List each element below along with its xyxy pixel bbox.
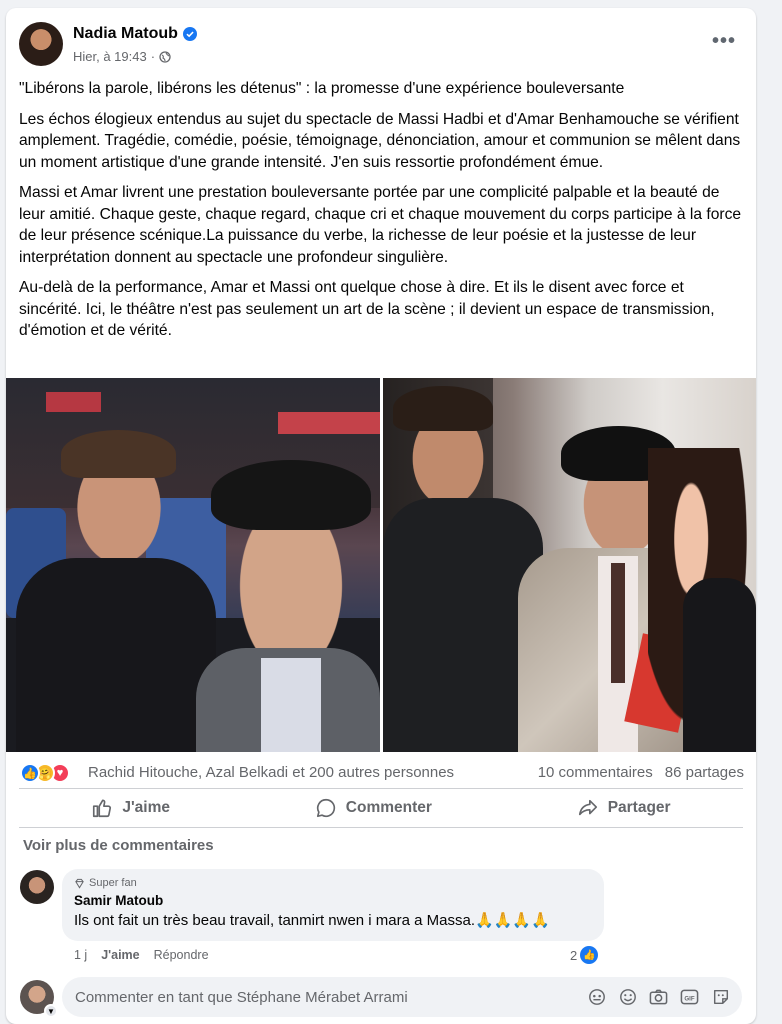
sticker-icon[interactable] (711, 988, 730, 1007)
like-label: J'aime (122, 799, 171, 816)
comment-reply-button[interactable]: Répondre (154, 948, 209, 962)
badge-label: Super fan (89, 877, 137, 889)
commenter-avatar[interactable] (20, 870, 54, 904)
post-text: "Libérons la parole, libérons les détenu… (19, 78, 745, 351)
post-paragraph: "Libérons la parole, libérons les détenu… (19, 80, 625, 97)
see-more-comments-link[interactable]: Voir plus de commentaires (23, 837, 214, 854)
like-button[interactable]: J'aime (75, 793, 186, 823)
photo-grid (6, 378, 756, 752)
gif-icon[interactable]: GIF (680, 988, 699, 1007)
comment-reaction-count[interactable]: 2 👍 (570, 946, 599, 964)
comment-button[interactable]: Commenter (299, 793, 448, 823)
more-options-button[interactable]: ••• (712, 30, 736, 53)
comment-meta: 1 j J'aime Répondre (74, 948, 209, 962)
super-fan-badge: Super fan (74, 877, 592, 889)
author-name-row[interactable]: Nadia Matoub (73, 25, 197, 43)
author-avatar[interactable] (19, 22, 63, 66)
divider (19, 788, 743, 789)
emoji-icon[interactable] (618, 988, 637, 1007)
share-arrow-icon (578, 799, 597, 816)
post-timestamp[interactable]: Hier, à 19:43 (73, 49, 147, 64)
globe-icon (159, 50, 171, 63)
like-reaction-icon: 👍 (20, 763, 40, 783)
post-paragraph: Au-delà de la performance, Amar et Massi… (19, 279, 715, 339)
diamond-icon (75, 878, 84, 889)
comment-composer: GIF (62, 977, 742, 1017)
engagement-counts: 10 commentaires 86 partages (538, 764, 744, 781)
separator-dot: · (150, 49, 156, 64)
camera-icon[interactable] (649, 988, 668, 1007)
comment-like-button[interactable]: J'aime (101, 948, 139, 962)
comment-age[interactable]: 1 j (74, 948, 87, 962)
post-header: Nadia Matoub Hier, à 19:43 · ••• (6, 8, 756, 74)
avatar-sticker-icon[interactable] (587, 988, 606, 1007)
chevron-down-icon[interactable]: ▼ (44, 1004, 58, 1018)
comment-author[interactable]: Samir Matoub (74, 893, 592, 908)
comment-bubble: Super fan Samir Matoub Ils ont fait un t… (62, 869, 604, 941)
comments-count[interactable]: 10 commentaires (538, 764, 653, 781)
thumbs-up-icon (93, 799, 112, 818)
reaction-names[interactable]: Rachid Hitouche, Azal Belkadi et 200 aut… (88, 764, 454, 781)
photo-selfie-train[interactable] (6, 378, 380, 752)
comment-input[interactable] (62, 988, 587, 1006)
svg-text:GIF: GIF (684, 995, 694, 1002)
shares-count[interactable]: 86 partages (665, 764, 744, 781)
comment-bubble-icon (316, 798, 335, 818)
comment-likes-count: 2 (570, 947, 578, 963)
post-paragraph: Massi et Amar livrent une prestation bou… (19, 184, 742, 266)
post-meta: Hier, à 19:43 · (73, 49, 171, 64)
author-name[interactable]: Nadia Matoub (73, 25, 178, 43)
reaction-icons[interactable]: 👍 🤗 ♥ (20, 762, 70, 784)
comment-text: Ils ont fait un très beau travail, tanmi… (74, 912, 550, 929)
divider (19, 827, 743, 828)
action-bar: J'aime Commenter Partager (19, 791, 743, 825)
share-label: Partager (607, 799, 671, 816)
comment-label: Commenter (345, 799, 432, 816)
photo-group-theatre[interactable] (383, 378, 756, 752)
share-button[interactable]: Partager (561, 793, 687, 823)
like-reaction-icon: 👍 (580, 946, 599, 964)
verified-badge-icon (182, 27, 197, 41)
post-paragraph: Les échos élogieux entendus au sujet du … (19, 110, 741, 171)
composer-icons: GIF (587, 988, 742, 1007)
post-card: Nadia Matoub Hier, à 19:43 · ••• "Libéro… (6, 8, 756, 1024)
